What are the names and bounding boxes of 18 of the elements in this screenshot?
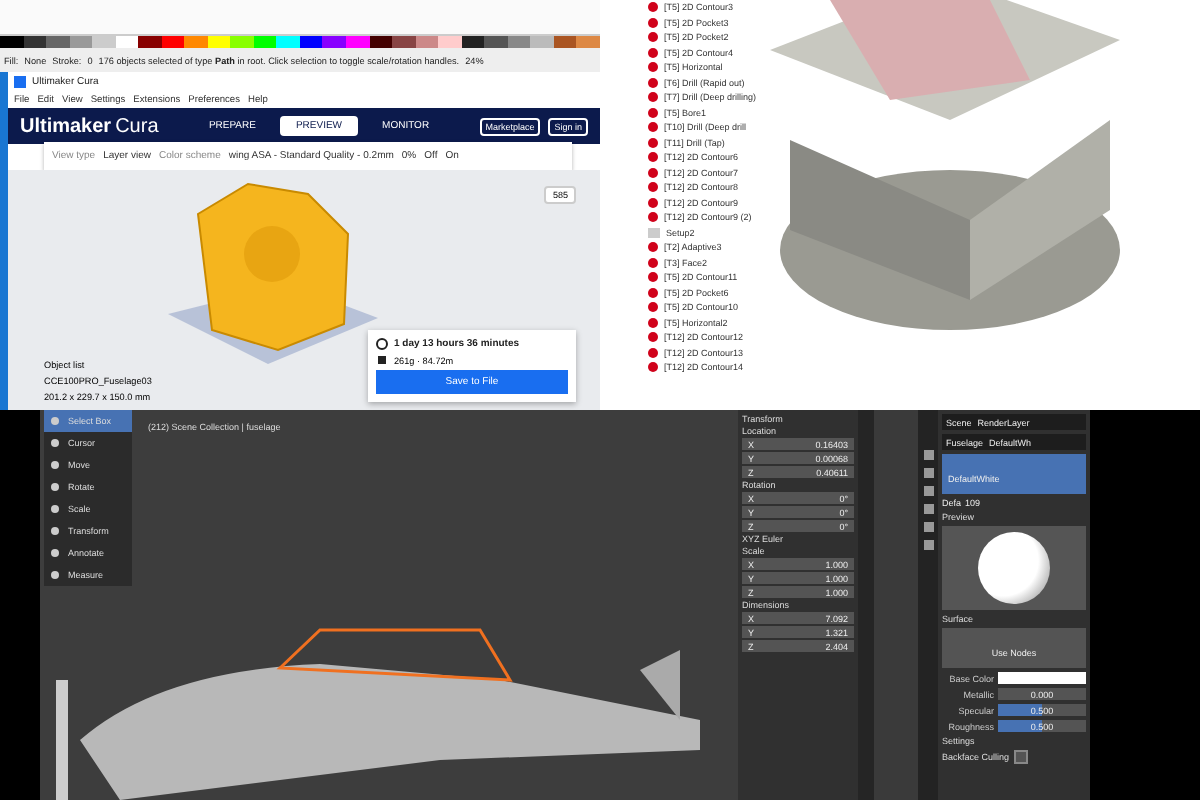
tool-icon: [50, 504, 60, 514]
tool-icon: [50, 570, 60, 580]
folder-icon: [648, 227, 660, 238]
tool-icon: [50, 416, 60, 426]
tool-icon: [50, 548, 60, 558]
tool-icon: [50, 460, 60, 470]
color-palette[interactable]: [0, 36, 600, 48]
material-preview: [942, 526, 1086, 610]
tool-icon: [50, 482, 60, 492]
app-icon: [14, 76, 26, 88]
tool-icon: [50, 438, 60, 448]
brand-name: Ultimaker: [20, 115, 112, 137]
product-name: Cura: [115, 115, 159, 137]
spool-icon: [376, 354, 388, 366]
backface-culling-checkbox[interactable]: [1013, 750, 1028, 764]
clock-icon: [376, 338, 388, 350]
tool-icon: [50, 526, 60, 536]
color-swatch[interactable]: [998, 672, 1086, 684]
